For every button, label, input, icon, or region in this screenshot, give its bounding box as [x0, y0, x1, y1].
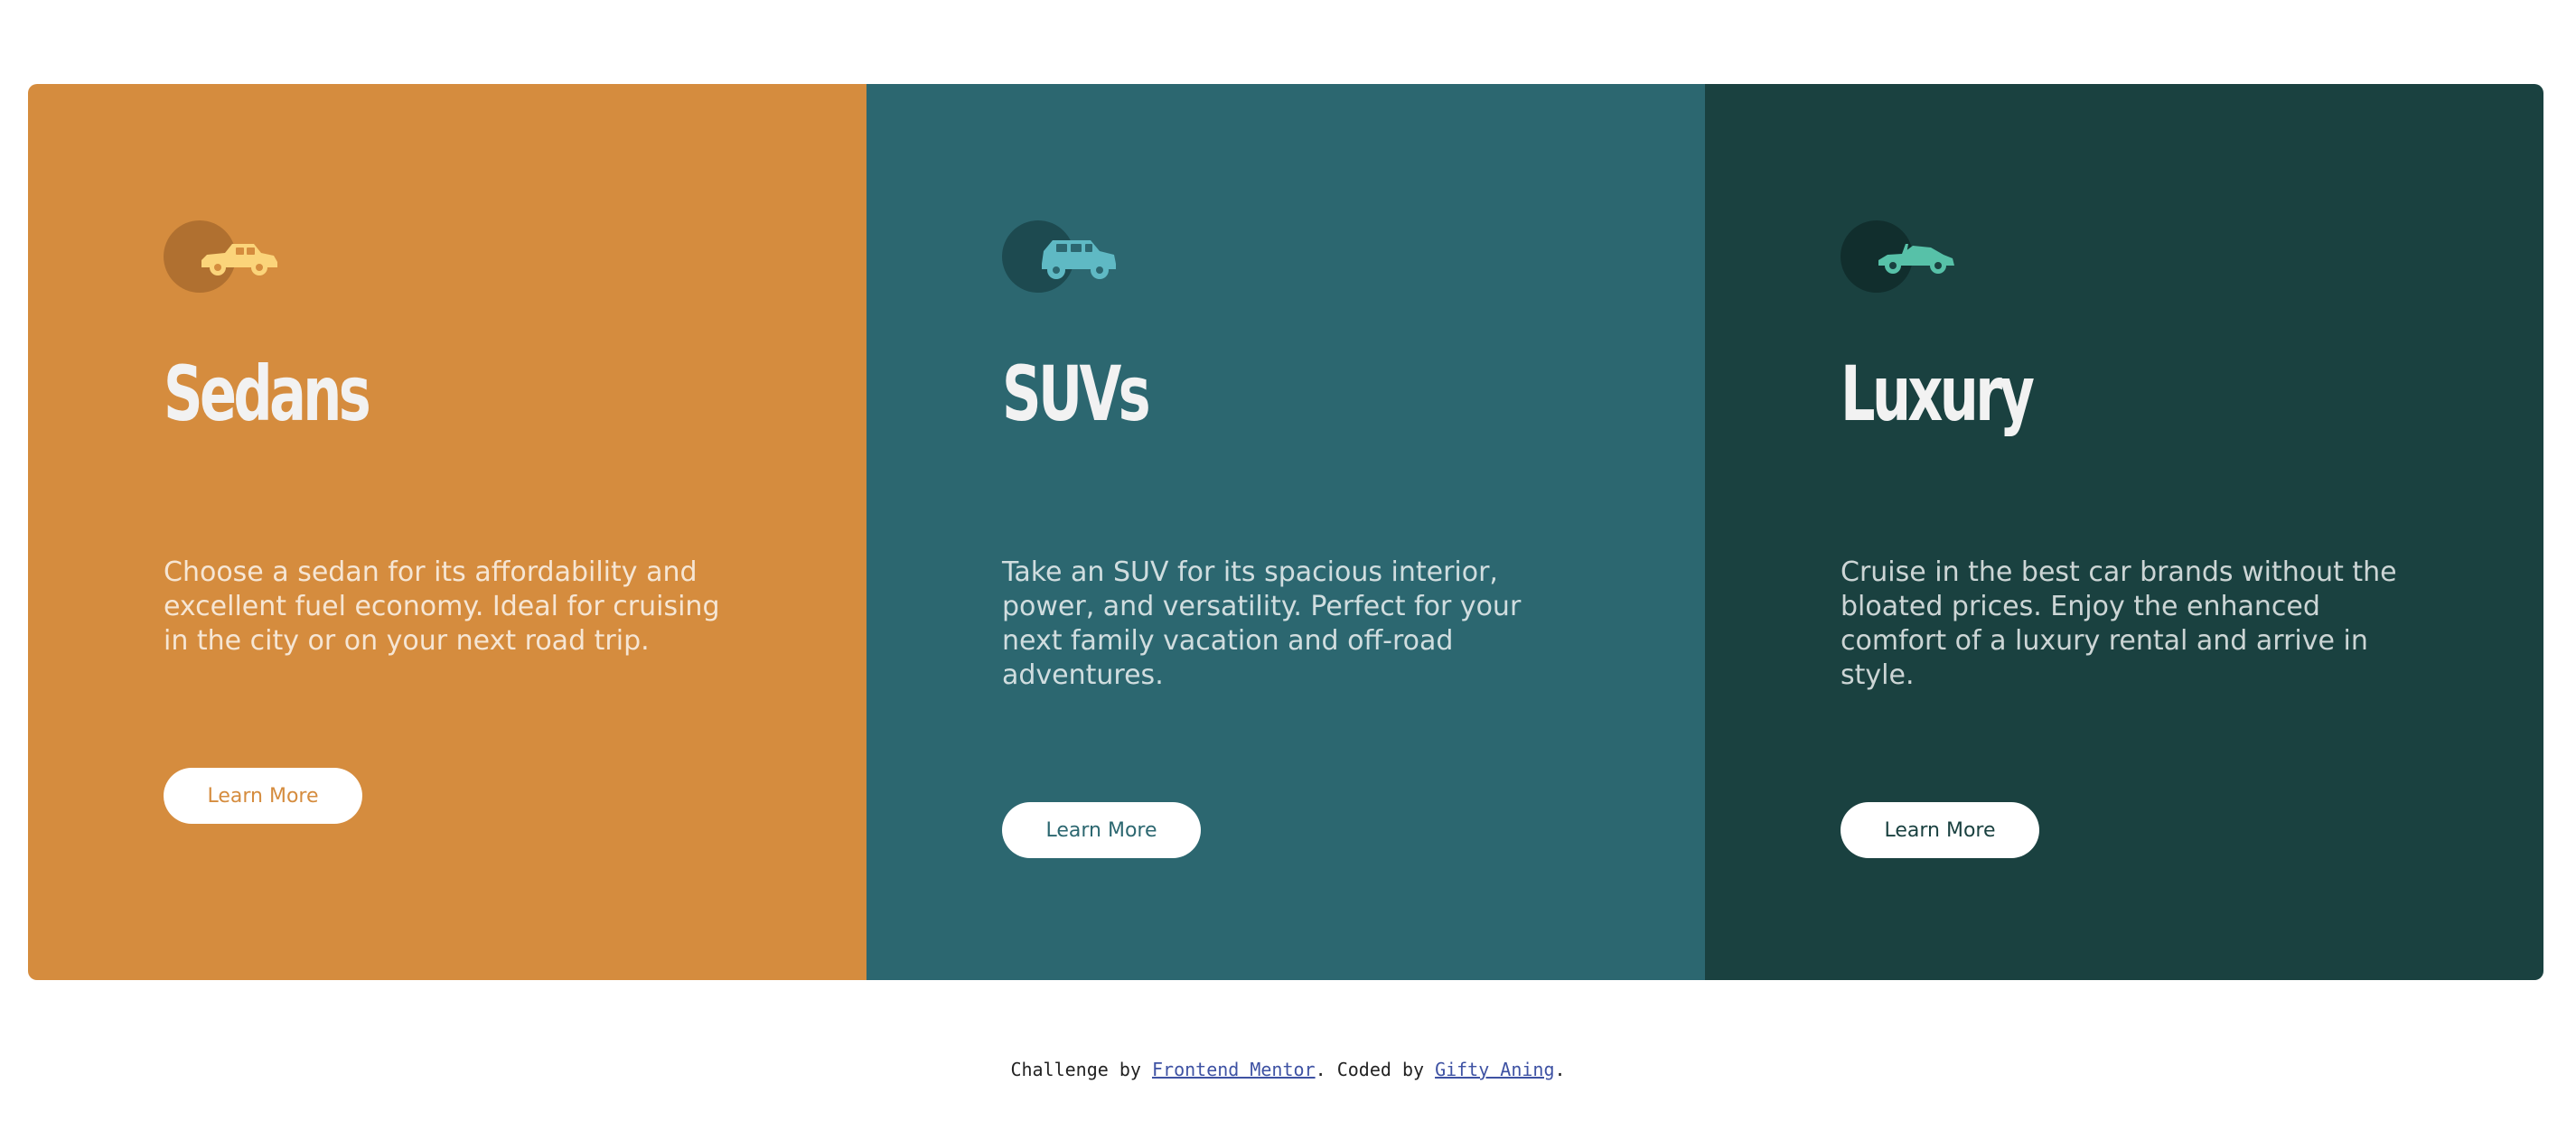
icon-wrap: [164, 220, 281, 293]
card-description: Take an SUV for its spacious interior, p…: [1002, 556, 1522, 691]
attribution-middle: . Coded by: [1315, 1059, 1436, 1080]
learn-more-button[interactable]: Learn More: [164, 768, 362, 824]
card-suvs: SUVs Take an SUV for its spacious interi…: [866, 84, 1705, 980]
attribution-prefix: Challenge by: [1010, 1059, 1152, 1080]
icon-wrap: [1002, 220, 1119, 293]
sedan-car-icon: [201, 244, 277, 276]
card-title: Luxury: [1841, 350, 2035, 438]
card-title: SUVs: [1002, 350, 1151, 438]
luxury-car-icon: [1878, 244, 1954, 274]
attribution-footer: Challenge by Frontend Mentor. Coded by G…: [0, 1059, 2576, 1080]
suv-car-icon: [1042, 240, 1116, 279]
frontend-mentor-link[interactable]: Frontend Mentor: [1152, 1059, 1316, 1080]
learn-more-button[interactable]: Learn More: [1841, 802, 2039, 858]
card-title: Sedans: [164, 350, 371, 438]
icon-wrap: [1841, 220, 1958, 293]
attribution-suffix: .: [1554, 1059, 1566, 1080]
author-link[interactable]: Gifty Aning: [1435, 1059, 1554, 1080]
card-luxury: Luxury Cruise in the best car brands wit…: [1705, 84, 2543, 980]
card-description: Choose a sedan for its affordability and…: [164, 556, 720, 657]
cards-container: Sedans Choose a sedan for its affordabil…: [28, 84, 2543, 980]
card-description: Cruise in the best car brands without th…: [1841, 556, 2397, 691]
card-sedans: Sedans Choose a sedan for its affordabil…: [28, 84, 866, 980]
learn-more-button[interactable]: Learn More: [1002, 802, 1201, 858]
